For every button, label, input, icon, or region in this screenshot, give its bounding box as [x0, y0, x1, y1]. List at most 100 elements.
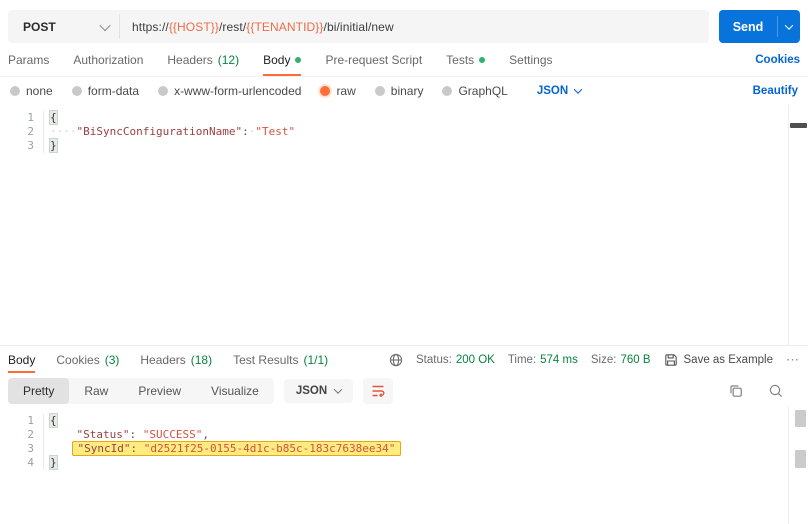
- token-brace: {: [49, 110, 58, 125]
- body-type-binary[interactable]: binary: [374, 84, 424, 98]
- token-brace: {: [49, 413, 58, 428]
- time-label: Time:: [507, 353, 537, 366]
- line-content: {: [44, 413, 58, 428]
- response-view-tabs: Pretty Raw Preview Visualize: [8, 378, 274, 404]
- tab-label: Params: [8, 52, 50, 67]
- network-globe-icon[interactable]: [389, 353, 403, 367]
- token-str: "SUCCESS": [142, 428, 203, 441]
- radio-icon: [442, 86, 453, 96]
- search-icon[interactable]: [768, 383, 784, 399]
- line-number: 2: [0, 125, 44, 139]
- response-format-select[interactable]: JSON: [283, 379, 354, 403]
- response-format-label: JSON: [295, 385, 328, 397]
- radio-icon: [71, 86, 82, 96]
- line-content: {: [44, 110, 58, 125]
- url-input[interactable]: https://{{HOST}}/rest/{{TENANTID}}/bi/in…: [120, 10, 394, 43]
- view-tab-raw[interactable]: Raw: [69, 378, 123, 404]
- line-number: 3: [0, 442, 44, 456]
- scrollbar-annotation: [795, 410, 806, 427]
- chevron-down-icon: [784, 20, 794, 30]
- body-type-form-data[interactable]: form-data: [71, 84, 139, 98]
- size-value: 760 B: [620, 353, 651, 366]
- url-tenant-variable: {{TENANTID}}: [246, 19, 324, 34]
- scrollbar-track[interactable]: [788, 105, 789, 345]
- body-type-graphql[interactable]: GraphQL: [442, 84, 508, 98]
- token-str: "Test": [255, 125, 296, 138]
- token-key: "SyncId": [77, 442, 131, 455]
- url-path-rest: /rest/: [219, 19, 247, 34]
- line-content: "SyncId": "d2521f25-0155-4d1c-b85c-183c7…: [44, 441, 402, 456]
- response-tab-test-results[interactable]: Test Results (1/1): [233, 346, 328, 373]
- size-label: Size:: [590, 353, 617, 366]
- token-key: "Status": [76, 428, 130, 441]
- tab-label: Headers: [167, 52, 213, 67]
- green-dot-icon: [295, 57, 302, 63]
- beautify-link[interactable]: Beautify: [753, 85, 798, 97]
- body-type-label: binary: [390, 84, 424, 98]
- tab-count: (18): [190, 352, 213, 367]
- token-ws: ····: [50, 125, 77, 138]
- tab-settings[interactable]: Settings: [509, 43, 552, 76]
- tab-headers[interactable]: Headers (12): [167, 43, 239, 76]
- response-tab-headers[interactable]: Headers (18): [140, 346, 212, 373]
- token-punct: ,: [202, 428, 209, 441]
- method-select[interactable]: POST: [8, 10, 119, 43]
- tab-tests[interactable]: Tests: [446, 43, 486, 76]
- body-type-label: none: [26, 84, 53, 98]
- time-value: 574 ms: [540, 353, 578, 366]
- wrap-lines-button[interactable]: [363, 378, 394, 404]
- cookies-link[interactable]: Cookies: [755, 43, 800, 76]
- view-tab-pretty[interactable]: Pretty: [8, 378, 70, 404]
- line-content: }: [44, 138, 58, 153]
- line-number: 1: [0, 111, 44, 125]
- response-tabs: Body Cookies (3) Headers (18) Test Results (1/…: [8, 346, 328, 373]
- send-button[interactable]: Send: [719, 10, 800, 43]
- body-type-label: x-www-form-urlencoded: [174, 84, 302, 98]
- code-line: 2 ····"BiSyncConfigurationName":·"Test": [0, 125, 808, 139]
- body-format-select[interactable]: JSON: [536, 85, 583, 97]
- scrollbar-track[interactable]: [788, 407, 789, 524]
- url-host-variable: {{HOST}}: [168, 19, 219, 34]
- tab-count: (12): [217, 52, 240, 67]
- tab-label: Test Results: [233, 352, 299, 367]
- status-value: 200 OK: [455, 353, 495, 366]
- request-body-editor[interactable]: 1 {2 ····"BiSyncConfigurationName":·"Test"…: [0, 105, 808, 345]
- tab-body[interactable]: Body: [263, 43, 302, 76]
- token-brace: }: [49, 138, 58, 153]
- view-tab-visualize[interactable]: Visualize: [196, 378, 274, 404]
- tab-authorization[interactable]: Authorization: [73, 43, 143, 76]
- tab-pre-request-script[interactable]: Pre-request Script: [325, 43, 422, 76]
- view-tab-preview[interactable]: Preview: [123, 378, 196, 404]
- request-tabs-row: Params Authorization Headers (12) Body Pre-re…: [0, 43, 808, 77]
- tab-label: Cookies: [56, 352, 100, 367]
- more-options-button[interactable]: ⋯: [786, 352, 800, 368]
- token-punct: :: [242, 125, 249, 138]
- code-lines: 1{2 "Status": "SUCCESS", 3 "SyncId": "d25…: [0, 407, 808, 470]
- response-tab-cookies[interactable]: Cookies (3): [56, 346, 119, 373]
- search-highlight: "SyncId": "d2521f25-0155-4d1c-b85c-183c7…: [71, 441, 402, 456]
- tab-label: Tests: [446, 52, 475, 67]
- send-options-button[interactable]: [778, 10, 800, 43]
- response-tab-body[interactable]: Body: [8, 346, 36, 373]
- response-body-editor[interactable]: 1{2 "Status": "SUCCESS", 3 "SyncId": "d25…: [0, 407, 808, 524]
- send-button-label: Send: [732, 19, 764, 34]
- response-meta: Status: 200 OK Time: 574 ms Size: 760 B …: [389, 346, 800, 373]
- tab-label: Authorization: [73, 52, 144, 67]
- body-type-label: raw: [336, 84, 356, 98]
- tab-count: (3): [104, 352, 120, 367]
- copy-icon[interactable]: [728, 383, 744, 399]
- body-type-none[interactable]: none: [10, 84, 53, 98]
- token-ws: [50, 428, 77, 441]
- line-number: 1: [0, 414, 44, 428]
- body-type-label: GraphQL: [458, 84, 508, 98]
- save-as-example-button[interactable]: Save as Example: [664, 353, 774, 367]
- save-as-example-label: Save as Example: [683, 353, 774, 366]
- tab-params[interactable]: Params: [8, 43, 49, 76]
- status-label: Status:: [416, 353, 452, 366]
- body-type-raw[interactable]: raw: [320, 84, 356, 98]
- line-content: ····"BiSyncConfigurationName":·"Test": [44, 125, 295, 139]
- body-format-label: JSON: [536, 85, 569, 97]
- method-label: POST: [23, 19, 56, 34]
- body-type-x-www-form-urlencoded[interactable]: x-www-form-urlencoded: [158, 84, 301, 98]
- tab-label: Settings: [509, 52, 553, 67]
